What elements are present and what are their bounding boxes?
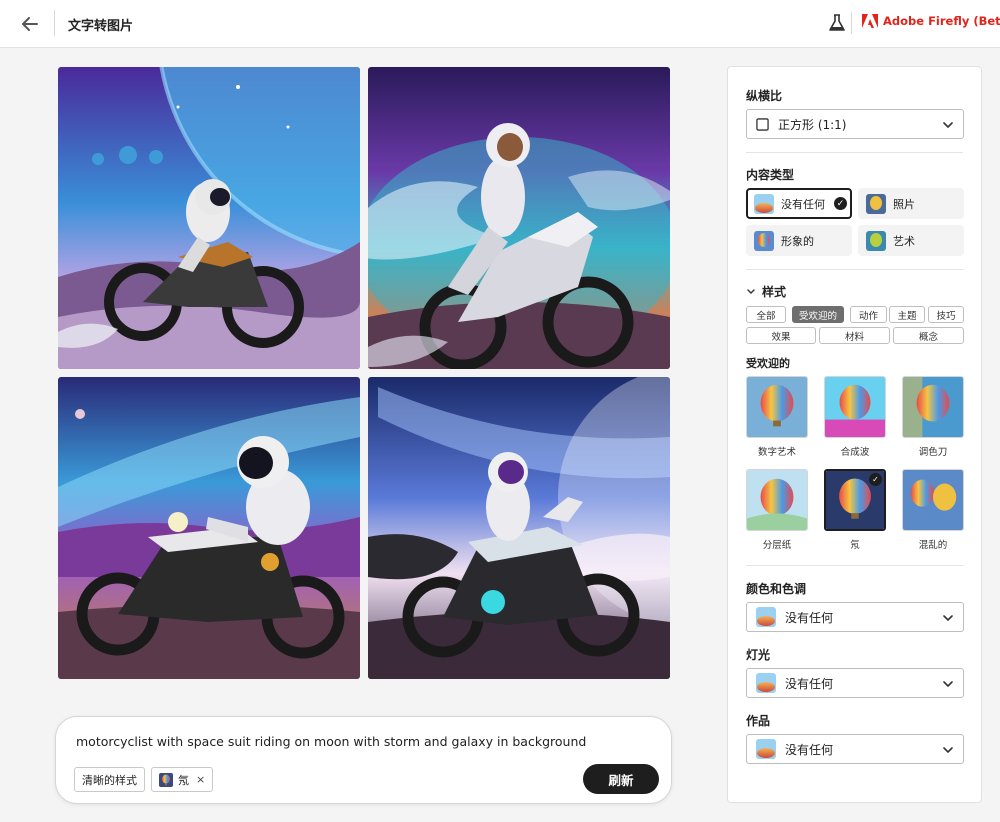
composition-label: 作品 (746, 714, 771, 728)
aspect-ratio-select[interactable]: 正方形 (1:1) (746, 109, 964, 139)
style-label: 数字艺术 (757, 447, 796, 458)
styles-label: 样式 (762, 285, 787, 299)
tab-popular[interactable]: 受欢迎的 (792, 306, 844, 323)
content-type-label-none: 没有任何 (781, 197, 825, 211)
chevron-down-icon (943, 122, 953, 129)
color-tone-label: 颜色和色调 (746, 582, 807, 596)
tab-techniques[interactable]: 技巧 (928, 306, 964, 323)
content-type-label-photo: 照片 (893, 197, 915, 211)
composition-select[interactable]: 没有任何 (746, 734, 964, 764)
generated-image-3[interactable] (58, 377, 360, 679)
style-label: 氖 (850, 540, 860, 551)
neon-balloon-thumb-icon (159, 772, 173, 787)
prompt-input[interactable]: motorcyclist with space suit riding on m… (76, 734, 586, 749)
chevron-down-icon (943, 747, 953, 754)
content-type-art[interactable]: 艺术 (858, 225, 964, 256)
tab-themes[interactable]: 主题 (889, 306, 925, 323)
chevron-down-icon (943, 615, 953, 622)
generated-image-2[interactable] (368, 67, 670, 369)
content-type-photo[interactable]: 照片 (858, 188, 964, 219)
brand-name: Adobe Firefly (Beta) (883, 14, 1000, 28)
style-thumb-palette-knife[interactable] (902, 376, 964, 438)
divider (746, 269, 963, 270)
tab-effects[interactable]: 效果 (746, 327, 816, 344)
lighting-value: 没有任何 (785, 676, 834, 691)
app-header: 文字转图片 Adobe Firefly (Beta) (0, 0, 1000, 48)
color-tone-select[interactable]: 没有任何 (746, 602, 964, 632)
back-arrow-icon[interactable] (18, 12, 42, 36)
aspect-ratio-value: 正方形 (1:1) (778, 117, 847, 132)
content-type-graphic[interactable]: 形象的 (746, 225, 852, 256)
composition-swatch (756, 739, 776, 759)
style-thumb-layered-paper[interactable] (746, 469, 808, 531)
square-icon (756, 117, 769, 131)
checkmark-icon: ✓ (834, 197, 847, 210)
aspect-ratio-label: 纵横比 (746, 89, 783, 103)
prompt-box: motorcyclist with space suit riding on m… (55, 716, 672, 804)
color-tone-value: 没有任何 (785, 610, 834, 625)
popular-section-label: 受欢迎的 (746, 357, 790, 370)
composition-value: 没有任何 (785, 742, 834, 757)
style-thumb-neon[interactable]: ✓ (824, 469, 886, 531)
tab-movement[interactable]: 动作 (850, 306, 887, 323)
styles-toggle[interactable]: 样式 (746, 283, 786, 300)
page-title: 文字转图片 (68, 19, 134, 34)
brand[interactable]: Adobe Firefly (Beta) (862, 14, 1000, 28)
divider (746, 565, 963, 566)
style-thumb-synthwave[interactable] (824, 376, 886, 438)
content-photo-thumb (866, 193, 886, 214)
content-type-label-art: 艺术 (893, 234, 915, 248)
header-divider-right (851, 12, 852, 34)
settings-panel: 纵横比 正方形 (1:1) 内容类型 没有任何 ✓ 照片 形象的 艺术 样式 全… (727, 66, 982, 803)
content-art-thumb (866, 230, 886, 251)
style-label: 混乱的 (918, 540, 948, 551)
chevron-down-icon (943, 681, 953, 688)
checkmark-icon: ✓ (869, 473, 882, 486)
content-graphic-thumb (754, 230, 774, 251)
flask-icon[interactable] (826, 12, 848, 34)
close-icon[interactable]: × (196, 773, 205, 786)
style-chip-clear[interactable]: 清晰的样式 (74, 767, 145, 792)
content-none-thumb (754, 193, 774, 214)
divider (746, 152, 963, 153)
style-thumb-chaotic[interactable] (902, 469, 964, 531)
color-swatch (756, 607, 776, 627)
generated-image-1[interactable] (58, 67, 360, 369)
lighting-select[interactable]: 没有任何 (746, 668, 964, 698)
tab-all[interactable]: 全部 (746, 306, 786, 323)
generated-image-4[interactable] (368, 377, 670, 679)
adobe-logo-icon (862, 14, 878, 28)
content-type-none[interactable]: 没有任何 ✓ (746, 188, 852, 219)
content-type-label-graphic: 形象的 (781, 234, 814, 248)
tab-concepts[interactable]: 概念 (893, 327, 964, 344)
chip-label: 氖 (178, 773, 189, 787)
chevron-down-small-icon (747, 288, 755, 294)
chip-label: 清晰的样式 (82, 773, 137, 787)
style-label: 分层纸 (762, 540, 792, 551)
lighting-label: 灯光 (746, 648, 771, 662)
content-type-label: 内容类型 (746, 168, 795, 182)
refresh-button[interactable]: 刷新 (583, 764, 659, 794)
tab-materials[interactable]: 材料 (819, 327, 890, 344)
lighting-swatch (756, 673, 776, 693)
style-label: 调色刀 (918, 447, 948, 458)
style-thumb-digital-art[interactable] (746, 376, 808, 438)
header-divider (54, 10, 55, 36)
style-chip-neon[interactable]: 氖 × (151, 767, 214, 792)
style-label: 合成波 (840, 447, 870, 458)
